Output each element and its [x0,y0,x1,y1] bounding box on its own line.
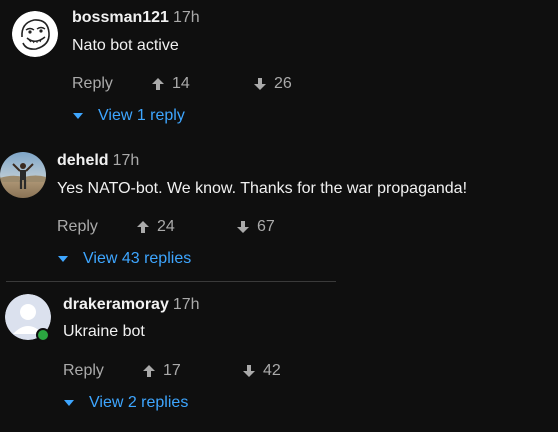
comment: drakeramoray 17h Ukraine bot Reply 17 42 … [0,284,558,432]
comment-text: Ukraine bot [63,323,145,340]
timestamp[interactable]: 17h [173,296,200,313]
view-replies-button[interactable]: View 1 reply [72,107,185,125]
timestamp[interactable]: 17h [173,9,200,26]
view-replies-label: View 43 replies [83,250,192,267]
username[interactable]: bossman121 [72,9,169,26]
dislike-button[interactable]: 26 [252,75,292,93]
arrow-up-icon [143,365,155,377]
dislike-count: 67 [257,218,275,235]
like-count: 17 [163,362,181,379]
comment-header: bossman121 17h [72,9,200,27]
arrow-down-icon [254,78,266,90]
online-status-indicator [36,328,50,342]
comment-text: Nato bot active [72,37,179,54]
comment-header: deheld 17h [57,152,139,170]
caret-down-icon [58,256,68,262]
dislike-button[interactable]: 42 [241,362,281,380]
comment-header: drakeramoray 17h [63,296,200,314]
like-button[interactable]: 14 [150,75,190,93]
caret-down-icon [64,400,74,406]
comment: deheld 17h Yes NATO-bot. We know. Thanks … [0,140,558,280]
comment-text: Yes NATO-bot. We know. Thanks for the wa… [57,180,468,197]
arrow-down-icon [243,365,255,377]
view-replies-label: View 1 reply [98,107,185,124]
reply-button[interactable]: Reply [63,362,104,380]
comment: bossman121 17h Nato bot active Reply 14 2… [0,0,558,140]
arrow-down-icon [237,221,249,233]
like-count: 14 [172,75,190,92]
dislike-count: 26 [274,75,292,92]
dislike-count: 42 [263,362,281,379]
arrow-up-icon [137,221,149,233]
reply-button[interactable]: Reply [72,75,113,93]
like-button[interactable]: 17 [141,362,181,380]
view-replies-label: View 2 replies [89,394,189,411]
reply-label: Reply [57,218,98,235]
dislike-button[interactable]: 67 [235,218,275,236]
arrow-up-icon [152,78,164,90]
username[interactable]: deheld [57,152,109,169]
divider [6,281,336,282]
photo-avatar-icon [0,152,46,198]
avatar[interactable] [12,11,58,57]
reply-button[interactable]: Reply [57,218,98,236]
avatar[interactable] [0,152,46,198]
like-count: 24 [157,218,175,235]
troll-face-icon [12,11,58,57]
reply-label: Reply [63,362,104,379]
reply-label: Reply [72,75,113,92]
view-replies-button[interactable]: View 43 replies [57,250,191,268]
like-button[interactable]: 24 [135,218,175,236]
view-replies-button[interactable]: View 2 replies [63,394,188,412]
username[interactable]: drakeramoray [63,296,169,313]
caret-down-icon [73,113,83,119]
timestamp[interactable]: 17h [113,152,140,169]
